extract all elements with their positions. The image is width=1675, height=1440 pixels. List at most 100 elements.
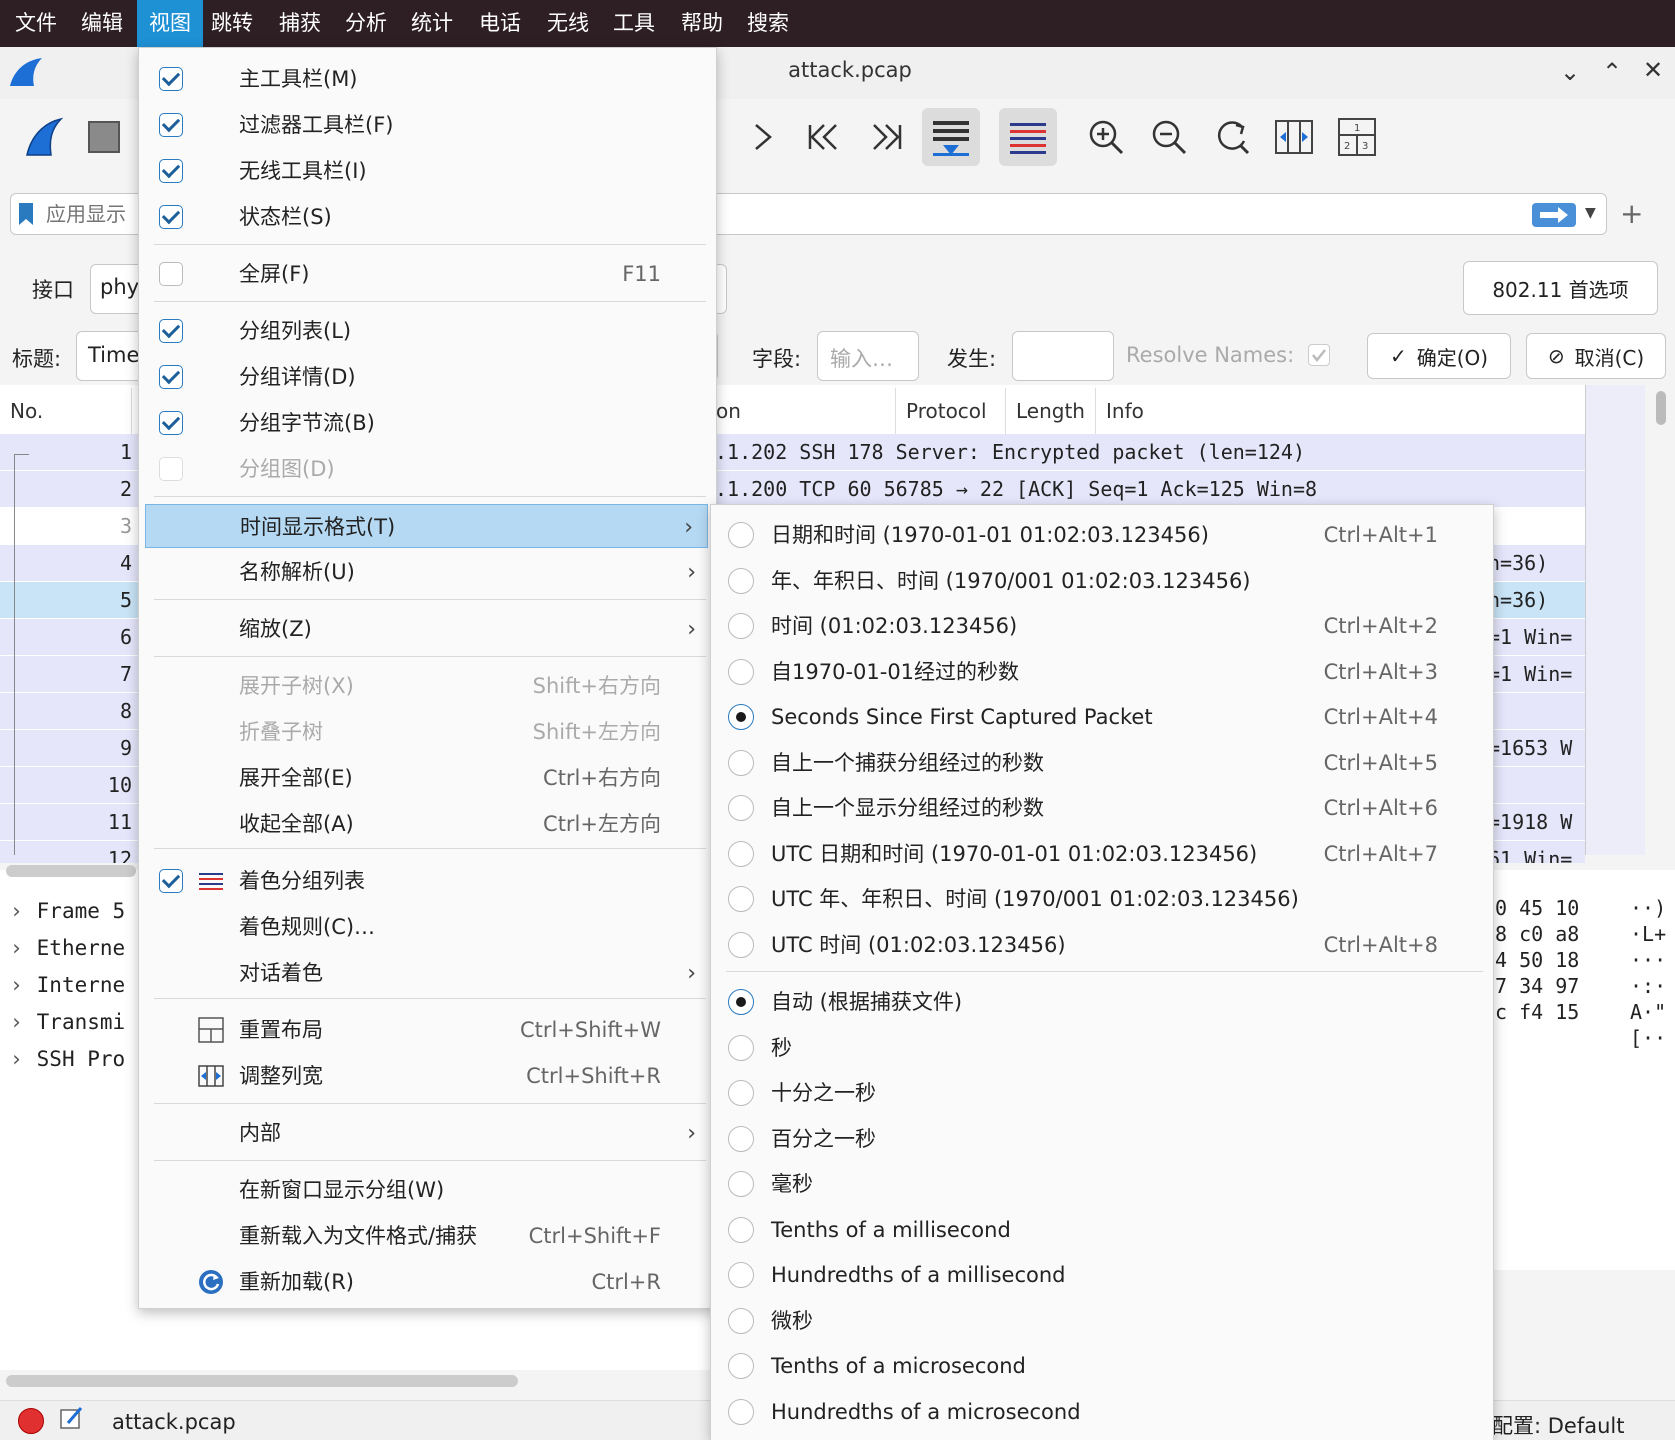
detail-tree-item[interactable]: › Transmi <box>10 1004 125 1040</box>
apply-filter-icon[interactable] <box>1532 203 1576 227</box>
start-capture-icon[interactable] <box>14 108 72 166</box>
radio-button[interactable] <box>728 1171 754 1197</box>
menu-checkbox[interactable] <box>159 205 183 229</box>
close-icon[interactable]: ✕ <box>1643 56 1663 84</box>
radio-button[interactable] <box>728 1216 754 1243</box>
menu-checkbox[interactable] <box>159 113 183 137</box>
autoscroll-icon[interactable] <box>922 108 980 166</box>
view-menu-item-16[interactable]: 着色分组列表 <box>139 859 716 903</box>
radio-button[interactable] <box>728 1034 754 1061</box>
time-format-option-1[interactable]: 年、年积日、时间 (1970/001 01:02:03.123456) <box>711 559 1493 603</box>
menu-checkbox[interactable] <box>159 869 183 893</box>
time-format-option-5[interactable]: 自上一个捕获分组经过的秒数 Ctrl+Alt+5 <box>711 741 1493 785</box>
view-menu-item-18[interactable]: 对话着色 › <box>139 951 716 995</box>
menubar-item-0[interactable]: 文件 <box>12 0 60 47</box>
display-filter-input[interactable] <box>44 198 138 230</box>
expand-arrow-icon[interactable]: › <box>10 1047 23 1071</box>
radio-button[interactable] <box>728 1125 754 1152</box>
radio-button[interactable] <box>728 1353 754 1379</box>
radio-button[interactable] <box>728 886 754 912</box>
resize-columns-icon[interactable] <box>1265 108 1323 166</box>
radio-button[interactable] <box>728 522 754 548</box>
zoom-reset-icon[interactable] <box>1203 108 1261 166</box>
view-menu-item-0[interactable]: 主工具栏(M) <box>139 57 716 101</box>
menu-checkbox[interactable] <box>159 411 183 435</box>
zoom-in-icon[interactable] <box>1077 108 1135 166</box>
maximize-icon[interactable]: ⌃ <box>1602 58 1622 86</box>
time-precision-option-5[interactable]: Tenths of a millisecond <box>711 1208 1493 1252</box>
menu-checkbox[interactable] <box>159 262 183 286</box>
view-menu-item-15[interactable]: 收起全部(A) Ctrl+左方向 <box>139 802 716 846</box>
packet-list-scrollbar[interactable] <box>1645 385 1675 855</box>
menu-checkbox[interactable] <box>159 319 183 343</box>
radio-button[interactable] <box>728 749 754 776</box>
radio-button[interactable] <box>728 840 754 867</box>
menubar-item-11[interactable]: 搜索 <box>744 0 792 47</box>
column-header-info[interactable]: Info <box>1096 388 1586 434</box>
menubar-item-4[interactable]: 捕获 <box>276 0 324 47</box>
view-menu-item-11[interactable]: 缩放(Z) › <box>139 607 716 651</box>
time-format-option-2[interactable]: 时间 (01:02:03.123456) Ctrl+Alt+2 <box>711 604 1493 648</box>
radio-button[interactable] <box>728 989 754 1015</box>
time-format-option-6[interactable]: 自上一个显示分组经过的秒数 Ctrl+Alt+6 <box>711 786 1493 830</box>
menubar-item-9[interactable]: 工具 <box>610 0 658 47</box>
radio-button[interactable] <box>728 795 754 821</box>
view-menu-item-5[interactable]: 分组列表(L) <box>139 309 716 353</box>
time-precision-option-3[interactable]: 百分之一秒 <box>711 1117 1493 1161</box>
menubar-item-5[interactable]: 分析 <box>342 0 390 47</box>
view-menu-item-1[interactable]: 过滤器工具栏(F) <box>139 103 716 147</box>
view-menu-item-10[interactable]: 名称解析(U) › <box>139 550 716 594</box>
expand-arrow-icon[interactable]: › <box>10 899 23 923</box>
view-menu-item-4[interactable]: 全屏(F) F11 <box>139 252 716 296</box>
detail-tree-item[interactable]: › Interne <box>10 967 125 1003</box>
time-format-option-3[interactable]: 自1970-01-01经过的秒数 Ctrl+Alt+3 <box>711 650 1493 694</box>
radio-button[interactable] <box>728 704 754 730</box>
time-format-option-4[interactable]: Seconds Since First Captured Packet Ctrl+… <box>711 695 1493 739</box>
view-menu-item-14[interactable]: 展开全部(E) Ctrl+右方向 <box>139 756 716 800</box>
detail-tree-item[interactable]: › Etherne <box>10 930 125 966</box>
packet-minimap[interactable] <box>1585 385 1646 855</box>
menubar-item-8[interactable]: 无线 <box>544 0 592 47</box>
view-menu-item-7[interactable]: 分组字节流(B) <box>139 401 716 445</box>
go-first-icon[interactable] <box>795 108 853 166</box>
view-menu-item-8[interactable]: 分组图(D) <box>139 447 716 491</box>
radio-button[interactable] <box>728 567 754 594</box>
radio-button[interactable] <box>728 658 754 685</box>
column-cancel-button[interactable]: ⊘ 取消(C) <box>1526 333 1666 379</box>
go-next-icon[interactable] <box>733 108 791 166</box>
expand-arrow-icon[interactable]: › <box>10 936 23 960</box>
wlan-preferences-button[interactable]: 802.11 首选项 <box>1463 261 1658 315</box>
view-menu-item-13[interactable]: 折叠子树 Shift+左方向 <box>139 710 716 754</box>
resolve-names-checkbox[interactable] <box>1308 344 1330 366</box>
view-menu-item-2[interactable]: 无线工具栏(I) <box>139 149 716 193</box>
filter-dropdown-icon[interactable]: ▼ <box>1585 205 1596 221</box>
detail-tree-item[interactable]: › Frame 5 <box>10 893 125 929</box>
menubar-item-7[interactable]: 电话 <box>476 0 524 47</box>
view-menu-item-9[interactable]: 时间显示格式(T) › <box>145 504 708 548</box>
menubar-item-10[interactable]: 帮助 <box>678 0 726 47</box>
radio-button[interactable] <box>728 931 754 958</box>
column-header-destination[interactable]: on <box>706 388 896 434</box>
menu-checkbox[interactable] <box>159 67 183 91</box>
detail-tree-item[interactable]: › SSH Pro <box>10 1041 125 1077</box>
view-menu-item-23[interactable]: 重新载入为文件格式/捕获 Ctrl+Shift+F <box>139 1214 716 1258</box>
time-precision-option-1[interactable]: 秒 <box>711 1026 1493 1070</box>
time-precision-option-0[interactable]: 自动 (根据捕获文件) <box>711 980 1493 1024</box>
view-menu-item-6[interactable]: 分组详情(D) <box>139 355 716 399</box>
view-menu-item-22[interactable]: 在新窗口显示分组(W) <box>139 1168 716 1212</box>
menu-checkbox[interactable] <box>159 365 183 389</box>
bookmark-icon[interactable] <box>16 201 36 227</box>
radio-button[interactable] <box>728 1398 754 1425</box>
colorize-icon[interactable] <box>999 108 1057 166</box>
details-hscroll[interactable] <box>6 865 136 877</box>
minimize-icon[interactable]: ⌄ <box>1560 58 1580 86</box>
radio-button[interactable] <box>728 1262 754 1288</box>
time-format-option-9[interactable]: UTC 时间 (01:02:03.123456) Ctrl+Alt+8 <box>711 923 1493 967</box>
view-menu-item-24[interactable]: 重新加载(R) Ctrl+R <box>139 1260 716 1304</box>
view-menu-item-17[interactable]: 着色规则(C)… <box>139 905 716 949</box>
time-precision-option-9[interactable]: Hundredths of a microsecond <box>711 1390 1493 1434</box>
zoom-out-icon[interactable] <box>1140 108 1198 166</box>
radio-button[interactable] <box>728 613 754 639</box>
view-menu-item-3[interactable]: 状态栏(S) <box>139 195 716 239</box>
expand-arrow-icon[interactable]: › <box>10 973 23 997</box>
